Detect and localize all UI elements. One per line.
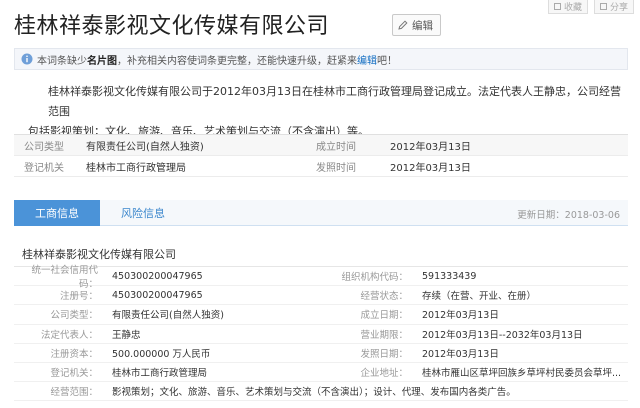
info-icon <box>21 53 33 65</box>
detail-key: 经营状态： <box>360 291 408 303</box>
tab-risk-info[interactable]: 风险信息 <box>100 200 186 226</box>
detail-key: 经营范围： <box>50 387 98 399</box>
basic-key: 登记机关 <box>24 162 64 174</box>
detail-value: 591333439 <box>422 270 477 282</box>
table-row: 注册号： 450300200047965 经营状态： 存续（在营、开业、在册） <box>14 286 628 306</box>
notice-text-1: 本词条缺少 <box>37 55 87 67</box>
summary-line-1: 桂林祥泰影视文化传媒有限公司于2012年03月13日在桂林市工商行政管理局登记成… <box>48 85 621 118</box>
table-row: 经营范围： 影视策划；文化、旅游、音乐、艺术策划与交流（不含演出）；设计、代理、发… <box>14 382 628 402</box>
favorite-label: 收藏 <box>563 3 582 13</box>
favorite-button[interactable]: 收藏 <box>547 0 588 14</box>
share-label: 分享 <box>609 3 628 13</box>
company-summary: 桂林祥泰影视文化传媒有限公司于2012年03月13日在桂林市工商行政管理局登记成… <box>28 82 628 142</box>
edit-notice: 本词条缺少 名片图 ，补充相关内容使词条更完整，还能快速升级，赶紧来 编辑 吧！ <box>14 48 628 70</box>
update-date: 更新日期：2018-03-06 <box>517 210 620 221</box>
basic-key: 公司类型 <box>24 141 64 153</box>
detail-value: 450300200047965 <box>112 270 203 282</box>
notice-text-3: 吧！ <box>377 55 397 67</box>
detail-value: 2012年03月13日 <box>422 348 499 360</box>
business-scope-value: 影视策划；文化、旅游、音乐、艺术策划与交流（不含演出）；设计、代理、发布国内各类… <box>112 387 516 399</box>
basic-value: 有限责任公司(自然人独资) <box>86 141 204 153</box>
edit-button[interactable]: 编辑 <box>392 14 441 36</box>
detail-value: 桂林市工商行政管理局 <box>112 368 208 380</box>
detail-key: 公司类型： <box>50 310 98 322</box>
business-details-table: 统一社会信用代码： 450300200047965 组织机构代码： 59133343… <box>14 265 628 402</box>
table-row: 统一社会信用代码： 450300200047965 组织机构代码： 59133343… <box>14 265 628 290</box>
detail-value: 有限责任公司(自然人独资) <box>112 310 224 322</box>
detail-key: 发照日期： <box>360 348 408 360</box>
table-row: 注册资本： 500.000000 万人民币 发照日期： 2012年03月13日 <box>14 344 628 363</box>
basic-value: 2012年03月13日 <box>390 162 471 174</box>
detail-value: 500.000000 万人民币 <box>112 348 211 360</box>
table-row: 公司类型 有限责任公司(自然人独资) 成立时间 2012年03月13日 <box>14 135 628 156</box>
info-tabs: 工商信息 风险信息 更新日期：2018-03-06 <box>14 200 628 226</box>
notice-bold: 名片图 <box>87 55 117 67</box>
detail-key: 注册号： <box>59 291 98 303</box>
basic-key: 发照时间 <box>316 162 356 174</box>
edit-button-label: 编辑 <box>412 19 433 32</box>
detail-value: 王静忠 <box>112 329 141 341</box>
detail-key: 营业期限： <box>360 329 408 341</box>
detail-value: 桂林市雁山区草坪回族乡草坪村民委员会草坪... <box>422 368 622 380</box>
page-title: 桂林祥泰影视文化传媒有限公司 <box>14 14 330 39</box>
basic-value: 桂林市工商行政管理局 <box>86 162 186 174</box>
detail-value: 2012年03月13日 <box>422 310 499 322</box>
table-row: 法定代表人： 王静忠 营业期限： 2012年03月13日--2032年03月13日 <box>14 325 628 344</box>
notice-edit-link[interactable]: 编辑 <box>357 52 377 67</box>
basic-value: 2012年03月13日 <box>390 141 471 153</box>
header: 桂林祥泰影视文化传媒有限公司 编辑 收藏 分享 <box>0 0 640 48</box>
detail-value: 存续（在营、开业、在册） <box>422 291 537 303</box>
share-button[interactable]: 分享 <box>593 0 634 14</box>
share-icon <box>599 3 607 10</box>
basic-key: 成立时间 <box>316 141 356 153</box>
detail-key: 组织机构代码： <box>341 272 408 284</box>
pencil-icon <box>398 20 408 30</box>
table-row: 登记机关： 桂林市工商行政管理局 企业地址： 桂林市雁山区草坪回族乡草坪村民委员会草… <box>14 363 628 383</box>
detail-key: 统一社会信用代码： <box>31 265 98 291</box>
detail-key: 注册资本： <box>50 348 98 360</box>
top-actions: 收藏 分享 <box>547 0 634 14</box>
table-row: 公司类型： 有限责任公司(自然人独资) 成立日期： 2012年03月13日 <box>14 305 628 325</box>
detail-key: 成立日期： <box>360 310 408 322</box>
company-name: 桂林祥泰影视文化传媒有限公司 <box>22 248 176 261</box>
detail-value: 450300200047965 <box>112 289 203 301</box>
tab-business-info[interactable]: 工商信息 <box>14 200 100 226</box>
detail-key: 法定代表人： <box>40 329 98 341</box>
notice-text-2: ，补充相关内容使词条更完整，还能快速升级，赶紧来 <box>117 55 357 67</box>
detail-value: 2012年03月13日--2032年03月13日 <box>422 329 583 341</box>
basic-info-table: 公司类型 有限责任公司(自然人独资) 成立时间 2012年03月13日 登记机关… <box>14 134 628 177</box>
detail-key: 企业地址： <box>360 368 408 380</box>
star-icon <box>553 3 561 10</box>
table-row: 登记机关 桂林市工商行政管理局 发照时间 2012年03月13日 <box>14 156 628 177</box>
detail-key: 登记机关： <box>50 368 98 380</box>
